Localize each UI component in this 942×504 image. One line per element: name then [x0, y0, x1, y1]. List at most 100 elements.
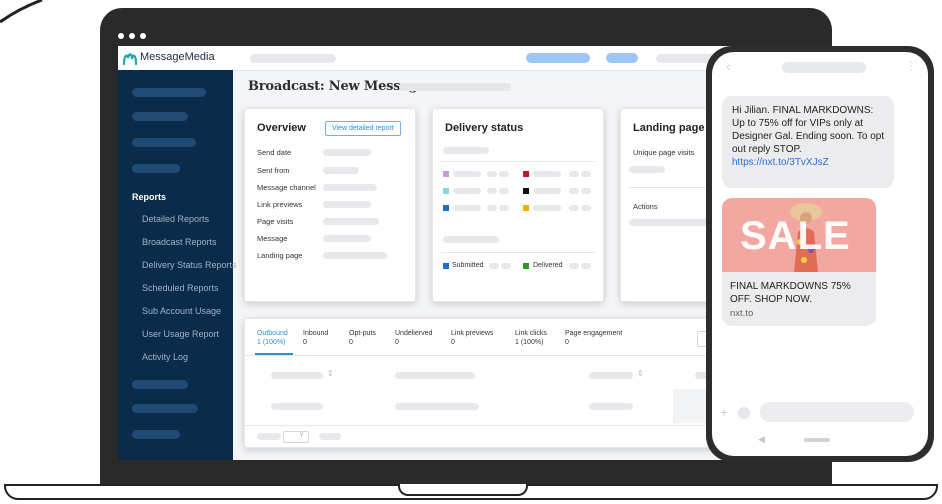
top-nav-placeholder[interactable]: [250, 54, 336, 63]
sms-message-bubble: Hi Jilian. FINAL MARKDOWNS: Up to 75% of…: [722, 96, 894, 188]
delivery-bar: [487, 188, 497, 194]
sidebar-item-user-usage-report[interactable]: User Usage Report: [142, 329, 219, 339]
back-chevron-icon[interactable]: ‹: [726, 58, 731, 74]
delivery-bar: [487, 171, 497, 177]
tab-inbound[interactable]: Inbound 0: [303, 329, 328, 347]
tab-page-engagement[interactable]: Page engagement 0: [565, 329, 622, 347]
tab-label: Outbound: [257, 330, 288, 337]
app-logo-text: MessageMedia: [140, 51, 215, 63]
sidebar-placeholder[interactable]: [132, 138, 196, 147]
sidebar-item-activity-log[interactable]: Activity Log: [142, 352, 188, 362]
pagination-placeholder[interactable]: [257, 433, 281, 440]
delivery-bar: [499, 188, 509, 194]
tab-opt-outs[interactable]: Opt-puts 0: [349, 329, 376, 347]
more-options-icon[interactable]: ···: [905, 60, 919, 72]
delivery-bar: [499, 171, 509, 177]
sidebar-placeholder[interactable]: [132, 88, 206, 97]
chevron-down-icon: ∨: [299, 431, 305, 438]
delivery-bar: [581, 205, 591, 211]
overview-field-label: Send date: [257, 148, 292, 157]
sort-icon[interactable]: ⇕: [327, 369, 334, 378]
overview-field-label: Message: [257, 234, 288, 243]
tab-value: 0: [349, 339, 353, 346]
phone: ‹ ··· Hi Jilian. FINAL MARKDOWNS: Up to …: [706, 46, 934, 462]
messagemedia-logo-icon: [122, 53, 138, 66]
table-cell: [395, 403, 479, 410]
sidebar-item-delivery-status-reports[interactable]: Delivery Status Reports: [142, 260, 237, 270]
tab-link-clicks[interactable]: Link clicks 1 (100%): [515, 329, 547, 347]
top-nav-button[interactable]: [526, 53, 590, 63]
sidebar-placeholder[interactable]: [132, 112, 188, 121]
sidebar-placeholder[interactable]: [132, 380, 188, 389]
table-header-cell[interactable]: [271, 372, 323, 379]
tab-undelivered[interactable]: Undelierved 0: [395, 329, 432, 347]
tab-value: 0: [395, 339, 399, 346]
delivery-status-card: Delivery status Submitted Delivered: [432, 108, 604, 302]
tab-label: Link previews: [451, 330, 494, 337]
message-input[interactable]: [760, 402, 914, 422]
divider: [441, 161, 595, 162]
divider: [441, 252, 595, 253]
actions-label: Actions: [633, 202, 658, 211]
top-nav-button[interactable]: [606, 53, 638, 63]
legend-delivered-label: Delivered: [533, 262, 563, 269]
legend-submitted-label: Submitted: [452, 262, 484, 269]
overview-title: Overview: [257, 122, 306, 134]
tab-value: 0: [451, 339, 455, 346]
add-icon[interactable]: +: [720, 404, 728, 420]
delivery-bar: [581, 188, 591, 194]
delivery-bar: [569, 205, 579, 211]
pagination-placeholder[interactable]: [319, 433, 341, 440]
window-dot-icon[interactable]: [129, 33, 135, 39]
table-header-cell[interactable]: [589, 372, 633, 379]
sidebar-item-sub-account-usage[interactable]: Sub Account Usage: [142, 306, 221, 316]
tab-value: 0: [565, 339, 569, 346]
tab-value: 1 (100%): [257, 339, 286, 346]
sidebar-item-detailed-reports[interactable]: Detailed Reports: [142, 214, 209, 224]
delivery-bar: [453, 188, 481, 194]
tab-value: 1 (100%): [515, 339, 544, 346]
delivery-bar: [569, 188, 579, 194]
overview-field-value: [323, 218, 379, 225]
tab-label: Undelierved: [395, 330, 433, 337]
sale-text: SALE: [740, 214, 851, 258]
corner-swoosh: [0, 0, 43, 24]
sidebar-item-broadcast-reports[interactable]: Broadcast Reports: [142, 237, 217, 247]
camera-icon[interactable]: [738, 407, 750, 419]
link-preview-title: FINAL MARKDOWNS 75% OFF. SHOP NOW.: [730, 281, 851, 305]
sidebar-placeholder[interactable]: [132, 404, 198, 413]
legend-swatch-submitted: [443, 263, 449, 269]
page-size-select[interactable]: [283, 431, 309, 443]
delivery-bar: [501, 263, 511, 269]
phone-screen: ‹ ··· Hi Jilian. FINAL MARKDOWNS: Up to …: [712, 52, 928, 456]
link-preview-card[interactable]: SALE FINAL MARKDOWNS 75% OFF. SHOP NOW. …: [722, 198, 876, 326]
window-dot-icon[interactable]: [118, 33, 124, 39]
sidebar: Reports Detailed Reports Broadcast Repor…: [118, 70, 237, 460]
legend-swatch-delivered: [523, 263, 529, 269]
sms-link[interactable]: https://nxt.to/3TvXJsZ: [732, 157, 829, 168]
overview-card: Overview View detailed report Send date …: [244, 108, 416, 302]
sidebar-placeholder[interactable]: [132, 164, 180, 173]
delivery-bar: [533, 188, 561, 194]
nav-home-bar[interactable]: [804, 438, 830, 442]
tab-label: Inbound: [303, 330, 329, 337]
legend-swatch-blue: [443, 205, 449, 211]
tab-value: 0: [303, 339, 307, 346]
sidebar-placeholder[interactable]: [132, 430, 180, 439]
tab-link-previews[interactable]: Link previews 0: [451, 329, 493, 347]
sidebar-section-reports[interactable]: Reports: [132, 192, 166, 202]
delivery-bar: [533, 171, 561, 177]
overview-field-value: [323, 201, 371, 208]
sms-message-text: Hi Jilian. FINAL MARKDOWNS: Up to 75% of…: [732, 104, 888, 169]
window-dot-icon[interactable]: [140, 33, 146, 39]
sort-icon[interactable]: ⇕: [637, 369, 644, 378]
delivery-bar: [453, 205, 481, 211]
delivery-bar: [581, 171, 591, 177]
view-detailed-report-button[interactable]: View detailed report: [325, 121, 401, 136]
table-header-cell[interactable]: [395, 372, 475, 379]
tab-outbound[interactable]: Outbound 1 (100%): [257, 329, 288, 347]
legend-swatch-yellow: [523, 205, 529, 211]
delivery-status-title: Delivery status: [445, 122, 524, 134]
nav-back-icon[interactable]: ◀: [758, 434, 765, 445]
sidebar-item-scheduled-reports[interactable]: Scheduled Reports: [142, 283, 219, 293]
